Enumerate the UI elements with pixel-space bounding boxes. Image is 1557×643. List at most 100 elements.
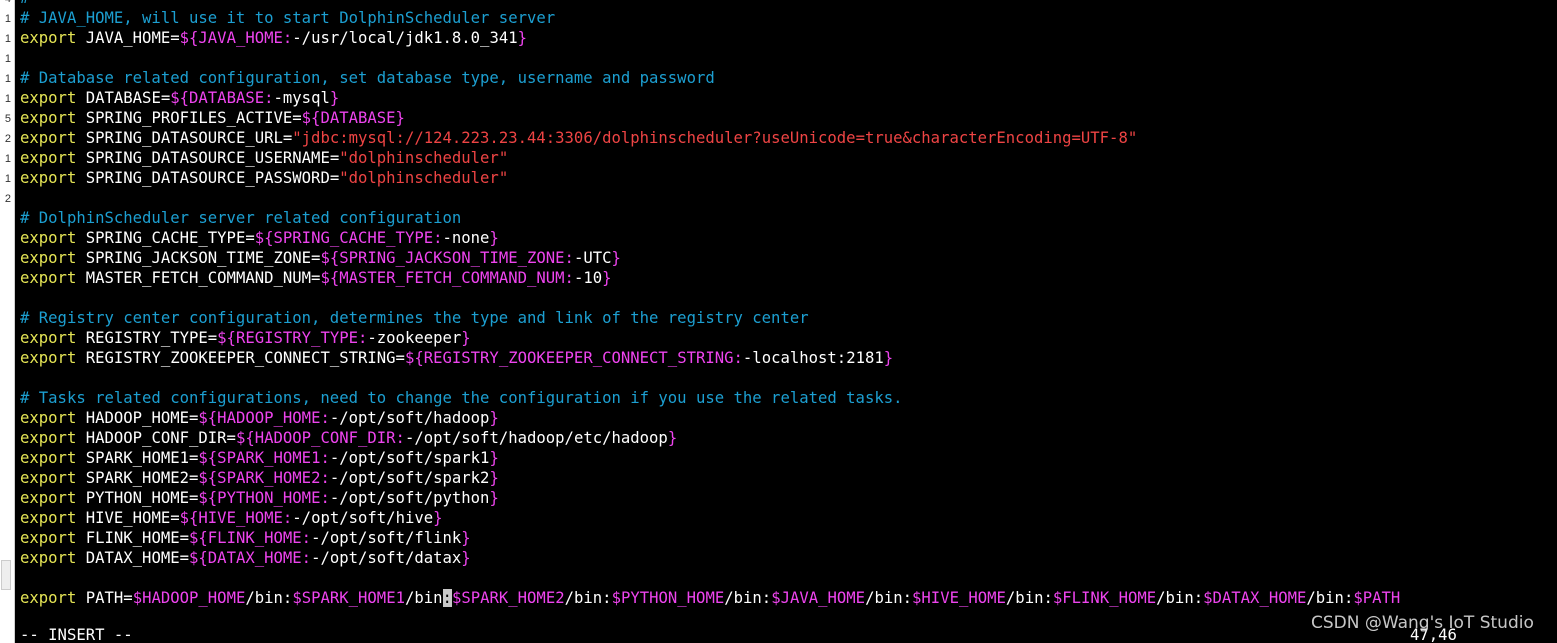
export-keyword: export xyxy=(20,469,77,487)
code-line: export PATH=$HADOOP_HOME/bin:$SPARK_HOME… xyxy=(20,588,1550,608)
gutter-number: 1 xyxy=(4,73,11,85)
variable-token: } xyxy=(667,429,678,447)
variable-token: ${REGISTRY_ZOOKEEPER_CONNECT_STRING: xyxy=(404,349,743,367)
export-keyword: export xyxy=(20,349,77,367)
variable-token: $PATH xyxy=(1353,589,1401,607)
code-line: export JAVA_HOME=${JAVA_HOME:-/usr/local… xyxy=(20,28,1550,48)
export-keyword: export xyxy=(20,449,77,467)
variable-token: ${FLINK_HOME: xyxy=(189,529,312,547)
variable-token: $PYTHON_HOME xyxy=(611,589,725,607)
gutter-number: 1 xyxy=(4,153,11,165)
code-line: export SPRING_DATASOURCE_URL="jdbc:mysql… xyxy=(20,128,1550,148)
code-line: # Registry center configuration, determi… xyxy=(20,308,1550,328)
gutter-number: 1 xyxy=(4,13,11,25)
string-literal: "dolphinscheduler" xyxy=(339,149,509,167)
code-text: PATH= xyxy=(76,589,133,607)
watermark: CSDN @Wang's IoT Studio xyxy=(1311,613,1534,633)
variable-token: $HADOOP_HOME xyxy=(132,589,246,607)
vim-editor-buffer[interactable]: # # JAVA_HOME, will use it to start Dolph… xyxy=(20,0,1550,643)
export-keyword: export xyxy=(20,489,77,507)
code-line: export DATABASE=${DATABASE:-mysql} xyxy=(20,88,1550,108)
variable-token: ${SPRING_CACHE_TYPE: xyxy=(254,229,443,247)
code-text: /bin: xyxy=(1306,589,1354,607)
code-text: -/opt/soft/flink xyxy=(311,529,462,547)
code-text: SPARK_HOME1= xyxy=(76,449,199,467)
export-keyword: export xyxy=(20,169,77,187)
code-text: /bin: xyxy=(564,589,612,607)
variable-token: } xyxy=(461,329,471,347)
code-line: export SPRING_JACKSON_TIME_ZONE=${SPRING… xyxy=(20,248,1550,268)
variable-token: } xyxy=(461,549,471,567)
variable-token: } xyxy=(883,349,894,367)
variable-token: } xyxy=(433,509,443,527)
variable-token: } xyxy=(489,409,499,427)
variable-token: ${SPRING_JACKSON_TIME_ZONE: xyxy=(320,249,574,267)
variable-token: $SPARK_HOME2 xyxy=(451,589,565,607)
export-keyword: export xyxy=(20,409,77,427)
code-text: /bin: xyxy=(724,589,772,607)
code-text: DATAX_HOME= xyxy=(76,549,190,567)
export-keyword: export xyxy=(20,249,77,267)
gutter-number: 1 xyxy=(4,93,11,105)
code-text: SPRING_DATASOURCE_PASSWORD= xyxy=(76,169,340,187)
code-text: /bin xyxy=(404,589,443,607)
code-line: export SPARK_HOME2=${SPARK_HOME2:-/opt/s… xyxy=(20,468,1550,488)
variable-token: } xyxy=(489,229,499,247)
variable-token: } xyxy=(489,489,499,507)
code-text: HADOOP_HOME= xyxy=(76,409,199,427)
code-text: HADOOP_CONF_DIR= xyxy=(76,429,236,447)
variable-token: ${REGISTRY_TYPE: xyxy=(217,329,368,347)
string-literal: "jdbc:mysql://124.223.23.44:3306/dolphin… xyxy=(292,129,1138,147)
code-line: export SPRING_DATASOURCE_USERNAME="dolph… xyxy=(20,148,1550,168)
variable-token: $SPARK_HOME1 xyxy=(292,589,405,607)
code-line: export SPRING_PROFILES_ACTIVE=${DATABASE… xyxy=(20,108,1550,128)
variable-token: ${HIVE_HOME: xyxy=(179,509,293,527)
code-text: -10 xyxy=(573,269,603,287)
comment-text: # Registry center configuration, determi… xyxy=(20,309,809,327)
variable-token: } xyxy=(611,249,621,267)
variable-token: } xyxy=(489,469,499,487)
code-line: # JAVA_HOME, will use it to start Dolphi… xyxy=(20,8,1550,28)
export-keyword: export xyxy=(20,269,77,287)
string-literal: "dolphinscheduler" xyxy=(339,169,509,187)
code-line: export SPRING_CACHE_TYPE=${SPRING_CACHE_… xyxy=(20,228,1550,248)
code-text: MASTER_FETCH_COMMAND_NUM= xyxy=(76,269,321,287)
scrollbar-thumb[interactable] xyxy=(1,560,11,590)
variable-token: $JAVA_HOME xyxy=(771,589,866,607)
export-keyword: export xyxy=(20,129,77,147)
code-line: export PYTHON_HOME=${PYTHON_HOME:-/opt/s… xyxy=(20,488,1550,508)
line-number-gutter: 4 1 1 1 1 1 5 2 1 1 2 xyxy=(0,0,15,643)
code-text: REGISTRY_ZOOKEEPER_CONNECT_STRING= xyxy=(76,349,405,367)
variable-token: ${HADOOP_CONF_DIR: xyxy=(235,429,405,447)
code-text: -mysql xyxy=(273,89,330,107)
export-keyword: export xyxy=(20,509,77,527)
text-cursor: : xyxy=(442,589,452,607)
code-text: /bin: xyxy=(245,589,293,607)
variable-token: } xyxy=(461,529,471,547)
code-line: # Tasks related configurations, need to … xyxy=(20,388,1550,408)
code-text: -/opt/soft/python xyxy=(329,489,490,507)
gutter-number: 1 xyxy=(4,53,11,65)
code-text: PYTHON_HOME= xyxy=(76,489,199,507)
comment-text: # Tasks related configurations, need to … xyxy=(20,389,903,407)
code-text: SPARK_HOME2= xyxy=(76,469,199,487)
variable-token: ${PYTHON_HOME: xyxy=(198,489,330,507)
code-text: DATABASE= xyxy=(76,89,171,107)
gutter-number: 4 xyxy=(0,0,11,9)
export-keyword: export xyxy=(20,589,77,607)
export-keyword: export xyxy=(20,549,77,567)
code-text: -UTC xyxy=(573,249,612,267)
export-keyword: export xyxy=(20,429,77,447)
variable-token: ${DATAX_HOME: xyxy=(189,549,312,567)
code-line: export HADOOP_CONF_DIR=${HADOOP_CONF_DIR… xyxy=(20,428,1550,448)
code-text: SPRING_DATASOURCE_URL= xyxy=(76,129,293,147)
code-text: SPRING_DATASOURCE_USERNAME= xyxy=(76,149,340,167)
variable-token: ${HADOOP_HOME: xyxy=(198,409,330,427)
export-keyword: export xyxy=(20,529,77,547)
code-line: export SPRING_DATASOURCE_PASSWORD="dolph… xyxy=(20,168,1550,188)
code-text: FLINK_HOME= xyxy=(76,529,190,547)
variable-token: $HIVE_HOME xyxy=(912,589,1006,607)
